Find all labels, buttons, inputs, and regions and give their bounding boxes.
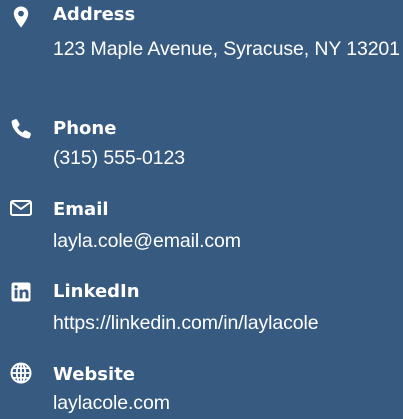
map-marker-icon [8,5,34,29]
email-label: Email [53,199,109,220]
globe-icon [8,361,34,385]
website-label: Website [53,364,136,385]
envelope-icon [8,196,34,220]
address-value: 123 Maple Avenue, Syracuse, NY 13201 [53,38,400,60]
linkedin-label: LinkedIn [53,281,140,302]
linkedin-icon [8,280,34,304]
address-label: Address [53,4,136,25]
phone-icon [8,117,34,141]
phone-value[interactable]: (315) 555-0123 [53,143,403,174]
phone-label: Phone [53,118,117,139]
contact-list: Address 123 Maple Avenue, Syracuse, NY 1… [0,0,403,419]
linkedin-value[interactable]: https://linkedin.com/in/laylacole [53,308,403,339]
email-value[interactable]: layla.cole@email.com [53,226,403,257]
website-value[interactable]: laylacole.com [53,388,403,419]
